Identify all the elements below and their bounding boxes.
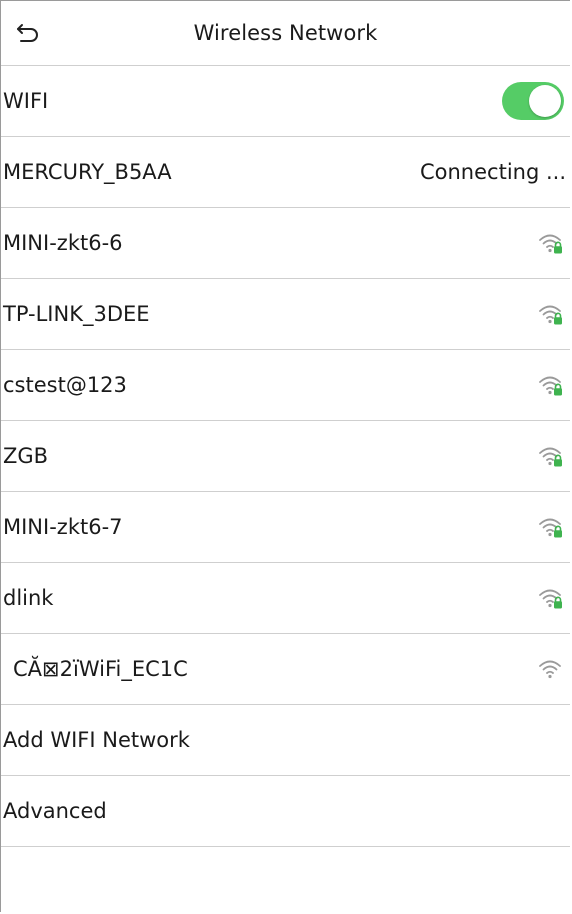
network-list-item[interactable]: MERCURY_B5AA Connecting ... bbox=[1, 137, 570, 208]
network-list: MERCURY_B5AA Connecting ... MINI-zkt6-6 TP-… bbox=[1, 137, 570, 705]
wifi-signal-locked-icon bbox=[538, 372, 564, 398]
header-bar: Wireless Network bbox=[1, 1, 570, 66]
wifi-toggle-row[interactable]: WIFI bbox=[1, 66, 570, 137]
network-ssid: CĂ⊠2ïWiFi_EC1C bbox=[13, 657, 188, 681]
wifi-signal-icon bbox=[538, 656, 564, 682]
network-list-item[interactable]: MINI-zkt6-6 bbox=[1, 208, 570, 279]
network-ssid: MERCURY_B5AA bbox=[3, 160, 172, 184]
network-list-item[interactable]: dlink bbox=[1, 563, 570, 634]
advanced-label: Advanced bbox=[3, 799, 107, 823]
advanced-item[interactable]: Advanced bbox=[1, 776, 570, 847]
wifi-signal-locked-icon bbox=[538, 301, 564, 327]
page-title: Wireless Network bbox=[193, 21, 378, 45]
back-arrow-icon[interactable] bbox=[15, 21, 41, 45]
network-list-item[interactable]: TP-LINK_3DEE bbox=[1, 279, 570, 350]
wifi-toggle-switch[interactable] bbox=[502, 82, 564, 120]
wireless-network-screen: Wireless Network WIFI MERCURY_B5AA Connec… bbox=[0, 0, 570, 912]
network-list-item[interactable]: ZGB bbox=[1, 421, 570, 492]
add-wifi-network-label: Add WIFI Network bbox=[3, 728, 190, 752]
network-ssid: cstest@123 bbox=[3, 373, 127, 397]
wifi-signal-locked-icon bbox=[538, 443, 564, 469]
wifi-signal-locked-icon bbox=[538, 585, 564, 611]
network-list-item[interactable]: MINI-zkt6-7 bbox=[1, 492, 570, 563]
network-ssid: MINI-zkt6-6 bbox=[3, 231, 123, 255]
network-ssid: dlink bbox=[3, 586, 54, 610]
network-list-item[interactable]: cstest@123 bbox=[1, 350, 570, 421]
network-list-item[interactable]: CĂ⊠2ïWiFi_EC1C bbox=[1, 634, 570, 705]
wifi-signal-locked-icon bbox=[538, 514, 564, 540]
wifi-toggle-label: WIFI bbox=[3, 89, 49, 113]
network-ssid: MINI-zkt6-7 bbox=[3, 515, 123, 539]
connection-status: Connecting ... bbox=[419, 160, 566, 184]
toggle-knob bbox=[529, 85, 561, 117]
network-ssid: TP-LINK_3DEE bbox=[3, 302, 150, 326]
wifi-signal-locked-icon bbox=[538, 230, 564, 256]
add-wifi-network-item[interactable]: Add WIFI Network bbox=[1, 705, 570, 776]
network-ssid: ZGB bbox=[3, 444, 49, 468]
